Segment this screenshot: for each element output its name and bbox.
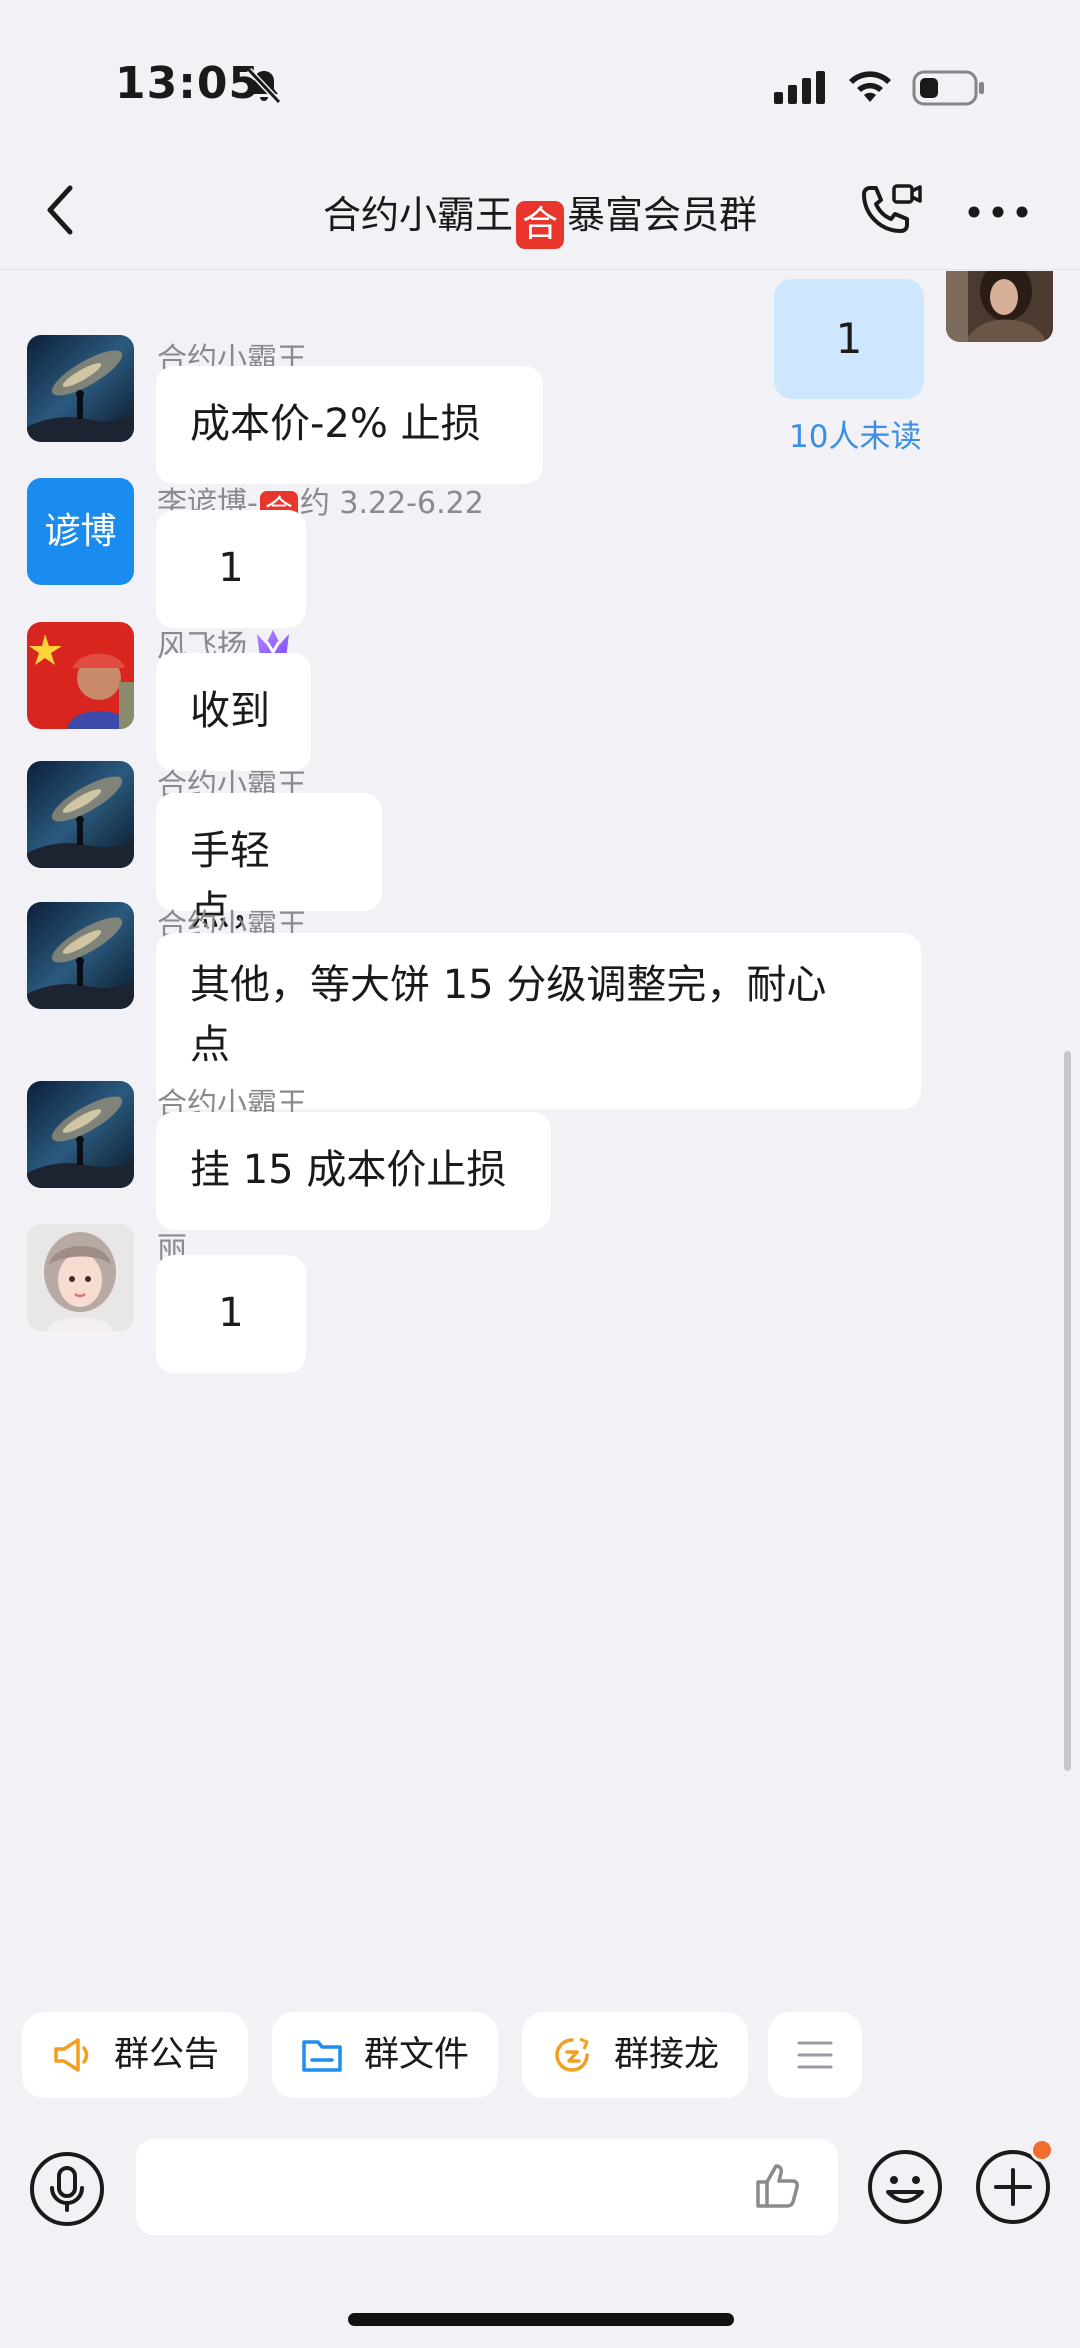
status-bar: 13:05 — [0, 0, 1080, 150]
folder-icon — [302, 2040, 342, 2072]
call-icon[interactable] — [854, 182, 924, 242]
message-bubble[interactable]: 成本价-2% 止损 — [156, 366, 543, 484]
message-bubble[interactable]: 手轻点， — [156, 793, 382, 934]
group-announcement-button[interactable]: 群公告 — [22, 2012, 248, 2098]
message-bubble[interactable]: 收到 — [156, 653, 311, 771]
message-bubble[interactable]: 挂 15 成本价止损 — [156, 1112, 551, 1230]
message-text-line: 其他，等大饼 15 分级调整完，耐心 — [190, 962, 827, 1008]
wifi-icon — [849, 71, 891, 102]
signal-icon — [774, 71, 825, 104]
chat-title-suffix: 暴富会员群 — [567, 193, 758, 237]
voice-icon[interactable] — [28, 2150, 106, 2228]
own-avatar[interactable] — [946, 271, 1053, 342]
chat-area[interactable]: 1 10人未读 合约小霸王 成本价-2% 止损 .ch — [0, 271, 1080, 1991]
message-input[interactable] — [136, 2139, 838, 2235]
nav-bar: 合约小霸王合暴富会员群 — [0, 150, 1080, 270]
home-indicator — [348, 2313, 734, 2326]
more-icon[interactable] — [966, 202, 1030, 222]
tools-menu-button[interactable] — [768, 2012, 862, 2098]
group-announcement-label: 群公告 — [114, 2035, 220, 2075]
scrollbar[interactable] — [1064, 1051, 1071, 1771]
group-tools-row: 群公告 群文件 群接龙 — [0, 2012, 1080, 2100]
chat-title-text: 合约小霸王 — [322, 193, 513, 237]
menu-icon — [797, 2041, 833, 2069]
text-avatar[interactable]: 谚博 — [27, 478, 134, 585]
he-badge-icon: 合 — [516, 201, 564, 249]
galaxy-avatar[interactable] — [27, 761, 134, 868]
battery-icon — [912, 70, 984, 106]
read-status: 10人未读 — [789, 419, 922, 455]
message-bubble[interactable]: 1 — [156, 1255, 306, 1373]
girl-avatar[interactable] — [27, 1224, 134, 1331]
back-icon[interactable] — [38, 180, 88, 240]
group-relay-button[interactable]: 群接龙 — [522, 2012, 748, 2098]
chat-title: 合约小霸王合暴富会员群 — [160, 184, 920, 249]
group-files-button[interactable]: 群文件 — [272, 2012, 498, 2098]
message-text-line: 点 — [190, 1022, 230, 1068]
message-bubble[interactable]: 1 — [156, 510, 306, 628]
notification-dot — [1030, 2138, 1054, 2162]
flag-avatar[interactable] — [27, 622, 134, 729]
emoji-icon[interactable] — [866, 2148, 944, 2226]
status-time: 13:05 — [115, 58, 261, 109]
galaxy-avatar[interactable] — [27, 335, 134, 442]
galaxy-avatar[interactable] — [27, 1081, 134, 1188]
bell-muted-icon — [246, 67, 282, 105]
group-files-label: 群文件 — [364, 2035, 470, 2075]
galaxy-avatar[interactable] — [27, 902, 134, 1009]
group-relay-label: 群接龙 — [614, 2035, 720, 2075]
own-message-bubble[interactable]: 1 — [774, 279, 924, 399]
thumbs-up-icon[interactable] — [752, 2158, 806, 2212]
sender-name-suffix: 约 3.22-6.22 — [299, 486, 484, 521]
relay-icon — [555, 2037, 589, 2072]
megaphone-icon — [54, 2038, 89, 2072]
